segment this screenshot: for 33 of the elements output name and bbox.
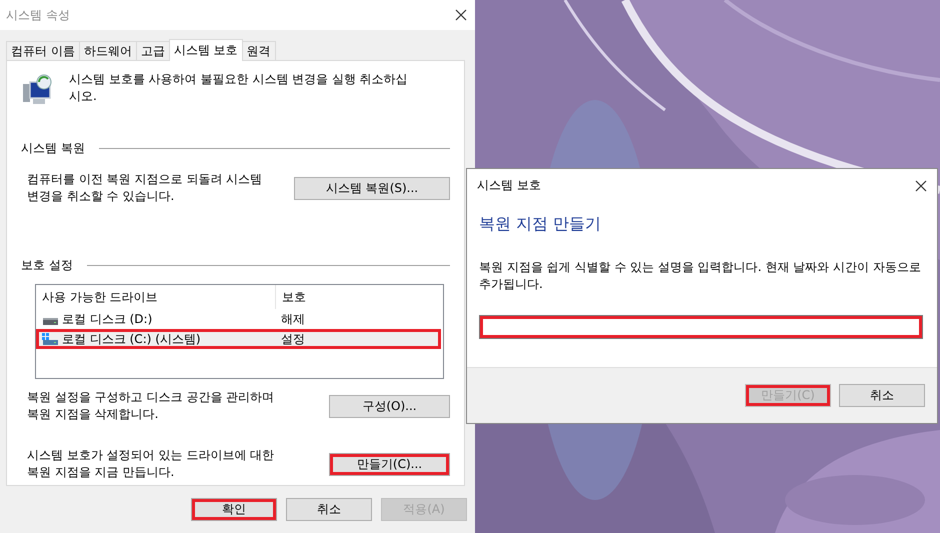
- button[interactable]: 만들기(C)...: [329, 452, 450, 476]
- drive-name: 로컬 디스크 (D:): [62, 310, 152, 328]
- protection-status: 설정: [280, 330, 305, 348]
- tab[interactable]: 하드웨어: [78, 41, 137, 60]
- description-text: 컴퓨터를 이전 복원 지점으로 되돌려 시스템 변경을 취소할 수 있습니다.: [27, 171, 264, 205]
- drive-row[interactable]: 로컬 디스크 (D:) 해제: [36, 309, 441, 329]
- button[interactable]: 시스템 복원(S)...: [294, 176, 450, 200]
- section-heading: 보호 설정: [21, 257, 73, 274]
- column-header: 사용 가능한 드라이브: [36, 285, 276, 309]
- column-header: 보호: [281, 288, 306, 306]
- button[interactable]: 취소: [839, 384, 925, 407]
- close-icon[interactable]: [915, 180, 927, 192]
- tab[interactable]: 시스템 보호: [168, 39, 243, 61]
- description-text: 복원 설정을 구성하고 디스크 공간을 관리하며 복원 지점을 삭제합니다.: [27, 389, 276, 423]
- button[interactable]: 취소: [286, 498, 372, 521]
- button[interactable]: 확인: [191, 498, 277, 521]
- dialog-heading: 복원 지점 만들기: [479, 214, 602, 235]
- description-text: 시스템 보호가 설정되어 있는 드라이브에 대한 복원 지점을 지금 만듭니다.: [27, 447, 276, 481]
- window-title: 시스템 보호: [477, 177, 541, 194]
- section-heading: 시스템 복원: [21, 140, 85, 157]
- description-text: 시스템 보호를 사용하여 불필요한 시스템 변경을 실행 취소하십시오.: [69, 71, 409, 105]
- tab[interactable]: 컴퓨터 이름: [6, 41, 80, 60]
- tab[interactable]: 원격: [242, 41, 276, 60]
- description-text: 복원 지점을 쉽게 식별할 수 있는 설명을 입력합니다. 현재 날짜와 시간이 자동으로 추가됩니다.: [479, 259, 922, 293]
- protection-status: 해제: [280, 310, 305, 328]
- window-title: 시스템 속성: [6, 6, 70, 24]
- tab[interactable]: 고급: [136, 41, 170, 60]
- button[interactable]: 구성(O)...: [329, 394, 450, 418]
- close-icon[interactable]: [455, 9, 467, 21]
- drive-row[interactable]: 로컬 디스크 (C:) (시스템) 설정: [36, 329, 441, 349]
- input-field[interactable]: [479, 315, 923, 339]
- drive-name: 로컬 디스크 (C:) (시스템): [62, 330, 201, 348]
- drive-icon: [42, 333, 58, 345]
